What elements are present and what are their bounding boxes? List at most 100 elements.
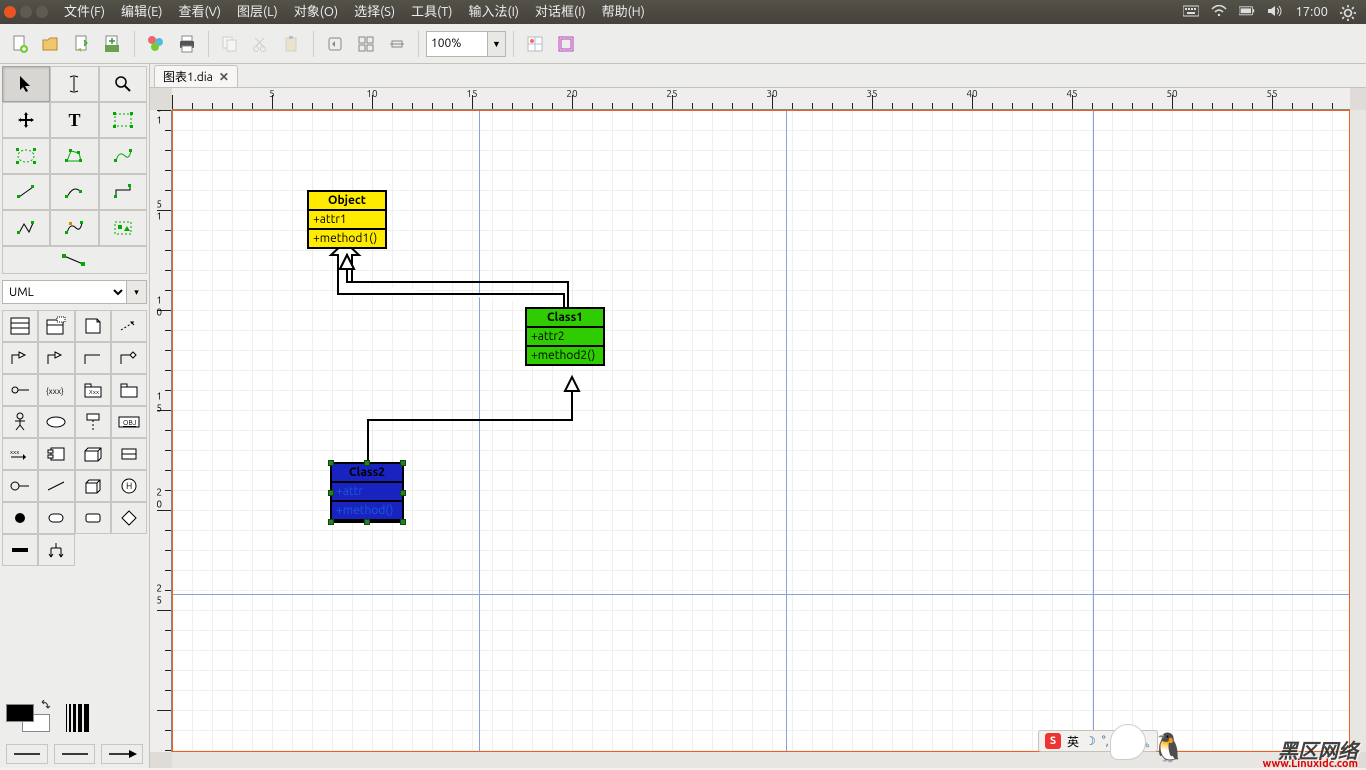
uml-component-shape[interactable]	[38, 438, 74, 470]
arrow-start-style[interactable]	[6, 744, 48, 764]
uml-note-shape[interactable]	[75, 310, 111, 342]
snap-button[interactable]	[383, 30, 411, 58]
uml-smallpkg-shape[interactable]: Xxx	[75, 374, 111, 406]
open-file-button[interactable]	[37, 30, 65, 58]
uml-assoc-shape[interactable]	[75, 342, 111, 374]
toggle-grid-button[interactable]	[521, 30, 549, 58]
fg-color[interactable]	[6, 704, 34, 722]
menu-tools[interactable]: 工具(T)	[403, 0, 460, 24]
uml-generalize-shape[interactable]	[38, 342, 74, 374]
tool-zigzag[interactable]	[99, 174, 147, 210]
uml-actor-shape[interactable]	[2, 406, 38, 438]
battery-icon[interactable]	[1239, 5, 1255, 19]
tool-image[interactable]	[99, 210, 147, 246]
ime-lang[interactable]: 英	[1067, 733, 1079, 750]
menu-select[interactable]: 选择(S)	[346, 0, 403, 24]
save-as-button[interactable]	[99, 30, 127, 58]
arrow-end-style[interactable]	[101, 744, 143, 764]
menu-edit[interactable]: 编辑(E)	[113, 0, 170, 24]
uml-classbox-shape[interactable]	[111, 438, 147, 470]
tool-polyline[interactable]	[2, 210, 50, 246]
canvas[interactable]: Object +attr1 +method1() Class1 +attr2 +…	[172, 110, 1350, 752]
window-close-button[interactable]	[4, 6, 16, 18]
uml-dependency-shape[interactable]	[111, 310, 147, 342]
new-file-button[interactable]	[6, 30, 34, 58]
window-maximize-button[interactable]	[36, 6, 48, 18]
uml-provided-shape[interactable]	[2, 470, 38, 502]
sound-icon[interactable]	[1267, 5, 1283, 19]
menu-help[interactable]: 帮助(H)	[594, 0, 653, 24]
uml-action-shape[interactable]	[75, 502, 111, 534]
tool-move[interactable]	[2, 102, 50, 138]
uml-usecase-shape[interactable]	[38, 406, 74, 438]
menu-input[interactable]: 输入法(I)	[461, 0, 528, 24]
tool-magnify[interactable]	[99, 66, 147, 102]
tool-line[interactable]	[2, 174, 50, 210]
tab-active[interactable]: 图表1.dia ✕	[154, 65, 238, 87]
window-minimize-button[interactable]	[20, 6, 32, 18]
tool-bezier[interactable]	[99, 138, 147, 174]
menu-layer[interactable]: 图层(L)	[229, 0, 286, 24]
menu-dialog[interactable]: 对话框(I)	[527, 0, 594, 24]
uml-largepkg-shape[interactable]	[111, 374, 147, 406]
scrollbar-vertical[interactable]	[1350, 110, 1366, 752]
line-weight-preview[interactable]	[66, 704, 89, 732]
tool-text[interactable]: T	[50, 102, 98, 138]
uml-initial-shape[interactable]	[2, 502, 38, 534]
uml-lifeline-shape[interactable]	[75, 406, 111, 438]
uml-aggreg-shape[interactable]	[111, 342, 147, 374]
menu-object[interactable]: 对象(O)	[286, 0, 346, 24]
zoom-dropdown[interactable]: ▼	[488, 31, 506, 57]
tool-ellipse[interactable]	[2, 138, 50, 174]
tool-connector[interactable]	[2, 246, 147, 274]
shape-category-dropdown-arrow[interactable]: ▾	[127, 280, 147, 304]
clock[interactable]: 17:00	[1295, 5, 1328, 19]
uml-node-shape[interactable]	[75, 438, 111, 470]
uml-message-shape[interactable]: xxx	[2, 438, 38, 470]
uml-constraint-shape[interactable]: {xxx}	[38, 374, 74, 406]
tool-arc[interactable]	[50, 174, 98, 210]
tab-close-icon[interactable]: ✕	[219, 70, 229, 84]
tool-box[interactable]	[99, 102, 147, 138]
tool-pointer[interactable]	[2, 66, 50, 102]
uml-stateh-shape[interactable]: H	[111, 470, 147, 502]
gear-icon[interactable]	[1340, 5, 1356, 19]
ime-punct-icon[interactable]: °,	[1102, 735, 1109, 748]
zoom-input[interactable]	[426, 31, 488, 57]
uml-class2-node[interactable]: Class2 +attr +method()	[330, 462, 404, 523]
toggle-rulers-button[interactable]	[552, 30, 580, 58]
uml-decision-shape[interactable]	[111, 502, 147, 534]
uml-line-shape[interactable]	[38, 470, 74, 502]
uml-class1-node[interactable]: Class1 +attr2 +method2()	[525, 307, 605, 366]
swap-colors-icon[interactable]	[40, 700, 52, 712]
line-style[interactable]	[54, 744, 96, 764]
uml-box3d-shape[interactable]	[75, 470, 111, 502]
ime-moon-icon[interactable]: ☽	[1085, 734, 1096, 748]
grid-button[interactable]	[352, 30, 380, 58]
tool-text-cursor[interactable]	[50, 66, 98, 102]
uml-object-node[interactable]: Object +attr1 +method1()	[307, 190, 387, 249]
export-button[interactable]	[142, 30, 170, 58]
undo-button[interactable]	[321, 30, 349, 58]
uml-realize-shape[interactable]	[2, 342, 38, 374]
zoom-control[interactable]: ▼	[426, 31, 506, 57]
tool-polygon[interactable]	[50, 138, 98, 174]
save-button[interactable]	[68, 30, 96, 58]
system-menu-bar: 文件(F) 编辑(E) 查看(V) 图层(L) 对象(O) 选择(S) 工具(T…	[0, 0, 1366, 24]
uml-class-shape[interactable]	[2, 310, 38, 342]
wifi-icon[interactable]	[1211, 5, 1227, 19]
menu-view[interactable]: 查看(V)	[171, 0, 229, 24]
keyboard-icon[interactable]	[1183, 5, 1199, 19]
tool-beziergon[interactable]	[50, 210, 98, 246]
print-button[interactable]	[173, 30, 201, 58]
uml-final-shape[interactable]	[38, 502, 74, 534]
uml-template-shape[interactable]	[38, 310, 74, 342]
shape-category-select[interactable]: UML	[2, 280, 127, 304]
menu-file[interactable]: 文件(F)	[56, 0, 113, 24]
ime-badge[interactable]: S	[1045, 733, 1061, 749]
uml-bar-shape[interactable]	[2, 534, 38, 566]
color-swatch[interactable]	[6, 704, 50, 732]
uml-implement-shape[interactable]	[2, 374, 38, 406]
uml-fork-shape[interactable]	[38, 534, 74, 566]
uml-object-shape[interactable]: OBJ	[111, 406, 147, 438]
